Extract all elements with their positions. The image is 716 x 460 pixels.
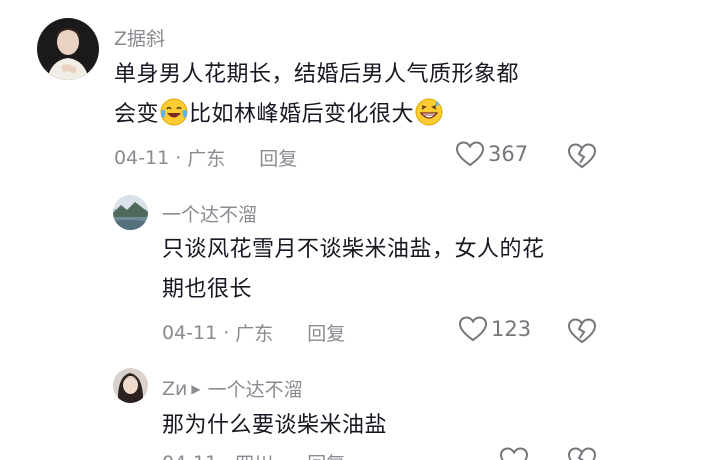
comment-location: 四川 (235, 449, 273, 460)
like-count: 367 (488, 142, 529, 166)
like-button[interactable]: 123 (459, 316, 531, 342)
comment-date: 04-11 (162, 452, 217, 460)
grinning-sweat-emoji (415, 98, 443, 126)
broken-heart-icon (568, 447, 596, 460)
avatar[interactable] (113, 368, 148, 403)
comment-text: 只谈风花雪月不谈柴米油盐，女人的花 期也很长 (162, 237, 545, 302)
comment-thread: Z据斜 单身男人花期长，结婚后男人气质形象都 会变 比如林峰婚后变化很大 04-… (0, 0, 716, 460)
like-button[interactable] (500, 447, 532, 460)
comment-username[interactable]: Z据斜 (114, 24, 165, 51)
comment-username: Zи ▶ 一个达不溜 (162, 375, 303, 402)
comment-date: 04-11 (114, 146, 170, 169)
like-count: 123 (491, 317, 532, 341)
dislike-button[interactable] (568, 143, 596, 169)
heart-outline-icon (500, 447, 528, 460)
comment-text: 那为什么要谈柴米油盐 (162, 413, 388, 438)
comment-location: 广东 (235, 323, 274, 345)
reply-button[interactable]: 回复 (307, 319, 345, 346)
heart-outline-icon (456, 141, 484, 167)
dislike-button[interactable] (568, 318, 596, 344)
comment-date: 04-11 (162, 321, 218, 344)
comment-meta: 04-11 · 四川 回复 (162, 449, 345, 460)
avatar[interactable] (113, 195, 148, 230)
comment-meta: 04-11 · 广东 回复 (162, 319, 345, 346)
broken-heart-icon (568, 318, 596, 344)
comment-meta: 04-11 · 广东 回复 (114, 144, 297, 171)
reply-target[interactable]: 一个达不溜 (208, 375, 303, 402)
triangle-right-icon: ▶ (191, 381, 201, 396)
broken-heart-icon (568, 143, 596, 169)
dislike-button[interactable] (568, 447, 596, 460)
reply-button[interactable]: 回复 (307, 449, 345, 460)
avatar[interactable] (37, 18, 99, 80)
reply-button[interactable]: 回复 (259, 144, 297, 171)
comment-location: 广东 (187, 148, 226, 170)
crying-laughing-emoji (160, 98, 188, 126)
reply-author[interactable]: Zи (162, 378, 187, 400)
comment-username[interactable]: 一个达不溜 (162, 200, 257, 227)
like-button[interactable]: 367 (456, 141, 528, 167)
comment-text: 单身男人花期长，结婚后男人气质形象都 会变 比如林峰婚后变化很大 (114, 62, 520, 127)
heart-outline-icon (459, 316, 487, 342)
